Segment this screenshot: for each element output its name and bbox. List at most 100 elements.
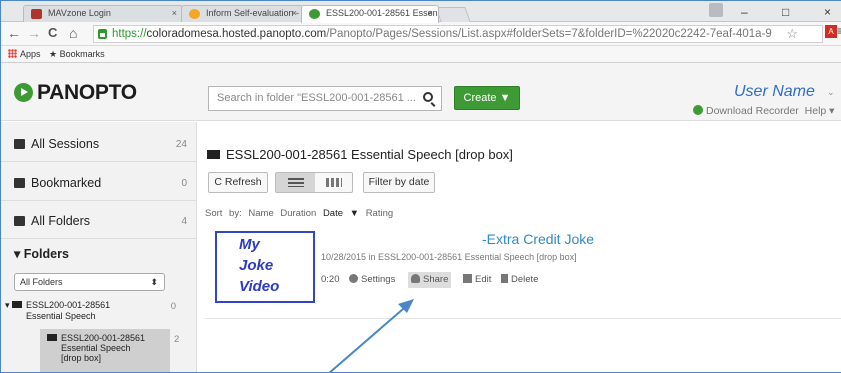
folder-name: ESSL200-001-28561 [26,300,111,310]
refresh-icon: C [214,176,225,188]
expand-arrow-icon[interactable]: ▾ [5,300,10,310]
panopto-logo[interactable]: PANOPTO [14,81,137,105]
sort-label: Sort by: [205,208,242,219]
lock-icon [98,29,107,39]
gear-icon [349,274,358,283]
sort-bar: Sort by: Name Duration Date ▼ Rating [205,208,393,219]
divider [1,200,197,201]
sidebar-item-bookmarked[interactable]: Bookmarked 0 [1,169,197,199]
forward-icon[interactable]: → [27,25,41,41]
folder-name-line2: Essential Speech [61,343,131,353]
settings-button[interactable]: Settings [349,272,395,288]
search-placeholder: Search in folder "ESSL200-001-28561 ... [217,92,416,104]
download-recorder-link[interactable]: Download Recorder Help ▾ [693,105,834,117]
tab-inform[interactable]: Inform Self-evaluation - E × [181,5,303,22]
action-label: Settings [361,274,396,285]
action-label: Edit [475,274,492,285]
refresh-button[interactable]: C Refresh [208,172,268,193]
menu-icon[interactable]: ≡ [837,24,841,38]
tab-strip: MAVzone Login × Inform Self-evaluation -… [1,1,841,23]
recorder-icon [693,105,703,115]
refresh-label: Refresh [224,176,262,188]
user-menu-caret-icon[interactable]: ⌄ [827,87,835,98]
sort-date[interactable]: Date ▼ [323,208,359,219]
help-menu[interactable]: Help ▾ [805,105,835,117]
url-host: coloradomesa.hosted.panopto.com [146,28,327,40]
action-label: Delete [511,274,539,285]
session-meta: 10/28/2015 in ESSL200-001-28561 Essentia… [321,252,577,262]
session-title-link[interactable]: -Extra Credit Joke [482,231,594,247]
profile-icon[interactable] [709,3,723,17]
sort-name[interactable]: Name [248,208,273,219]
create-button[interactable]: Create ▼ [454,86,520,110]
pdf-extension-icon[interactable]: A [825,25,837,38]
folder-name: ESSL200-001-28561 [61,333,146,343]
browser-toolbar: ← → C ⌂ https://coloradomesa.hosted.pano… [1,22,841,46]
reload-icon[interactable]: C [48,25,57,41]
close-tab-icon[interactable]: × [428,8,433,18]
tab-mavzone[interactable]: MAVzone Login × [23,5,183,22]
close-tab-icon[interactable]: × [172,8,177,18]
sidebar-item-all-sessions[interactable]: All Sessions 24 [1,130,197,160]
share-button[interactable]: Share [408,272,452,288]
thumbnail-text: Joke [239,257,274,274]
session-thumbnail[interactable]: My Joke Video [215,231,315,303]
folder-name-line2: Essential Speech [26,311,96,321]
folders-icon [14,216,25,226]
folder-title: ESSL200-001-28561 Essential Speech [drop… [207,147,513,162]
sidebar-item-label: All Folders [31,214,91,228]
folder-count: 2 [174,334,180,345]
tab-panopto[interactable]: ESSL200-001-28561 Essen × [301,5,439,23]
thumbnail-text: Video [239,278,280,295]
sort-duration[interactable]: Duration [280,208,316,219]
user-name[interactable]: User Name [734,83,815,101]
folder-icon [47,334,57,341]
folder-filter-select[interactable]: All Folders ⬍ [14,273,165,291]
list-view-icon [288,178,304,187]
folder-icon [207,150,220,159]
new-tab-button[interactable] [435,7,471,22]
sidebar-item-all-folders[interactable]: All Folders 4 [1,207,197,237]
home-icon[interactable]: ⌂ [69,25,77,41]
sidebar-item-count: 4 [181,216,187,227]
maximize-button[interactable]: □ [782,5,789,19]
folder-name-line3: [drop box] [61,353,102,363]
download-recorder-label: Download Recorder [706,105,799,117]
edit-icon [463,274,472,283]
url-path: /Panopto/Pages/Sessions/List.aspx#folder… [326,28,772,40]
bookmark-icon [14,178,25,188]
minimize-button[interactable]: – [741,5,748,19]
divider [1,161,197,162]
bookmark-label: Bookmarks [59,49,105,59]
mavzone-favicon-icon [31,9,42,19]
close-window-button[interactable]: × [824,5,831,19]
play-logo-icon [14,83,33,102]
close-tab-icon[interactable]: × [292,8,297,18]
address-bar[interactable]: https://coloradomesa.hosted.panopto.com/… [93,25,823,43]
inform-favicon-icon [189,9,200,19]
bookmark-bookmarks[interactable]: ★ Bookmarks [49,49,105,60]
folder-tree-item[interactable]: ▾ ESSL200-001-28561 Essential Speech 0 [5,300,195,321]
sessions-icon [14,139,25,149]
view-toggle[interactable] [275,172,353,193]
search-icon[interactable] [423,92,433,102]
bookmark-star-icon[interactable]: ☆ [786,26,798,42]
edit-button[interactable]: Edit [463,272,491,288]
search-input[interactable]: Search in folder "ESSL200-001-28561 ... [208,86,442,111]
folder-tree-item-selected[interactable]: ESSL200-001-28561 Essential Speech [drop… [40,329,170,372]
sort-rating[interactable]: Rating [366,208,393,219]
browser-window: MAVzone Login × Inform Self-evaluation -… [0,0,841,373]
sidebar-item-count: 24 [175,139,187,150]
tab-label: MAVzone Login [48,8,111,18]
delete-button[interactable]: Delete [501,272,538,288]
trash-icon [501,274,508,283]
back-icon[interactable]: ← [7,25,21,41]
share-icon [411,274,420,283]
sidebar: All Sessions 24 Bookmarked 0 All Folders… [1,122,197,372]
folder-count: 0 [170,301,176,312]
folders-heading[interactable]: ▾ Folders [14,246,69,261]
sidebar-item-label: All Sessions [31,137,100,151]
bookmark-apps[interactable]: Apps [8,49,41,59]
grid-view-icon[interactable] [326,178,342,187]
filter-by-date-button[interactable]: Filter by date [363,172,435,193]
